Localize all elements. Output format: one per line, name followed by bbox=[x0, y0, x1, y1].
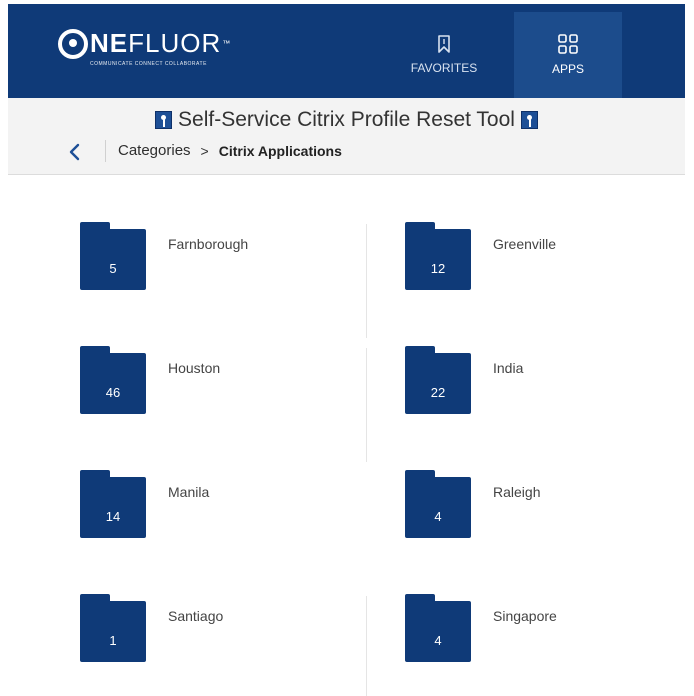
folder-count: 4 bbox=[434, 509, 442, 524]
tab-apps[interactable]: APPS bbox=[514, 12, 622, 98]
category-manila[interactable]: 14 Manila bbox=[80, 470, 340, 550]
folder-icon: 1 bbox=[80, 594, 146, 662]
category-label: Houston bbox=[168, 360, 221, 376]
logo-text-fluor: FLUOR bbox=[128, 28, 222, 58]
folder-count: 4 bbox=[434, 633, 442, 648]
logo-tagline: COMMUNICATE CONNECT COLLABORATE bbox=[90, 61, 207, 67]
chevron-left-icon bbox=[69, 143, 80, 161]
page-header: Self-Service Citrix Profile Reset Tool C… bbox=[8, 98, 685, 175]
folder-count: 14 bbox=[105, 509, 121, 524]
column-divider bbox=[366, 224, 367, 338]
tool-icon bbox=[155, 111, 173, 129]
chevron-right-icon: > bbox=[200, 142, 209, 159]
category-label: Manila bbox=[168, 484, 210, 500]
page-title: Self-Service Citrix Profile Reset Tool bbox=[8, 108, 685, 132]
folder-icon: 4 bbox=[405, 470, 471, 538]
page-title-text: Self-Service Citrix Profile Reset Tool bbox=[178, 108, 515, 131]
logo-mark-icon bbox=[58, 28, 88, 59]
logo-trademark: ™ bbox=[222, 39, 231, 48]
category-label: Farnborough bbox=[168, 236, 249, 252]
breadcrumb-categories[interactable]: Categories bbox=[118, 142, 191, 159]
app-frame: NE FLUOR ™ COMMUNICATE CONNECT COLLABORA… bbox=[8, 4, 685, 696]
folder-icon: 22 bbox=[405, 346, 471, 414]
category-houston[interactable]: 46 Houston bbox=[80, 346, 340, 426]
folder-count: 22 bbox=[430, 385, 446, 400]
breadcrumb: Categories > Citrix Applications bbox=[118, 142, 342, 159]
category-india[interactable]: 22 India bbox=[405, 346, 665, 426]
folder-icon: 14 bbox=[80, 470, 146, 538]
grid-icon bbox=[558, 34, 578, 54]
category-farnborough[interactable]: 5 Farnborough bbox=[80, 222, 340, 302]
breadcrumb-current: Citrix Applications bbox=[218, 142, 342, 159]
category-greenville[interactable]: 12 Greenville bbox=[405, 222, 665, 302]
main-content: Self-Service Citrix Profile Reset Tool C… bbox=[8, 98, 685, 696]
category-label: Raleigh bbox=[493, 484, 541, 500]
folder-icon: 12 bbox=[405, 222, 471, 290]
column-divider bbox=[366, 596, 367, 696]
bookmark-icon bbox=[438, 35, 450, 53]
folder-count: 1 bbox=[109, 633, 117, 648]
category-singapore[interactable]: 4 Singapore bbox=[405, 594, 665, 674]
category-raleigh[interactable]: 4 Raleigh bbox=[405, 470, 665, 550]
onefluor-logo[interactable]: NE FLUOR ™ COMMUNICATE CONNECT COLLABORA… bbox=[58, 28, 230, 67]
breadcrumb-divider bbox=[105, 140, 106, 162]
tab-favorites[interactable]: FAVORITES bbox=[390, 12, 498, 98]
folder-count: 12 bbox=[430, 261, 446, 276]
tab-apps-label: APPS bbox=[551, 62, 584, 76]
folder-icon: 4 bbox=[405, 594, 471, 662]
category-santiago[interactable]: 1 Santiago bbox=[80, 594, 340, 674]
logo-text-ne: NE bbox=[90, 28, 129, 58]
column-divider bbox=[366, 348, 367, 462]
category-label: Singapore bbox=[493, 608, 557, 624]
folder-count: 5 bbox=[109, 261, 117, 276]
category-label: Santiago bbox=[168, 608, 224, 624]
tool-icon bbox=[520, 111, 538, 129]
category-label: India bbox=[493, 360, 524, 376]
folder-count: 46 bbox=[105, 385, 121, 400]
category-label: Greenville bbox=[493, 236, 557, 252]
top-navigation-bar: NE FLUOR ™ COMMUNICATE CONNECT COLLABORA… bbox=[8, 4, 685, 98]
tab-favorites-label: FAVORITES bbox=[410, 61, 478, 75]
folder-icon: 46 bbox=[80, 346, 146, 414]
back-button[interactable] bbox=[64, 140, 84, 164]
folder-icon: 5 bbox=[80, 222, 146, 290]
